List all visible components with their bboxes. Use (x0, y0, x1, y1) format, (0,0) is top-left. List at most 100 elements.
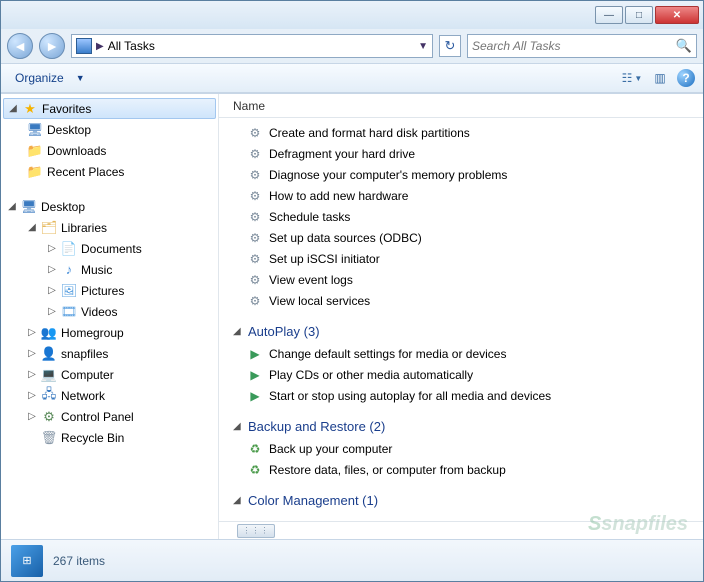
collapse-icon[interactable]: ◢ (233, 421, 243, 432)
scroll-thumb[interactable]: ⋮⋮⋮ (237, 524, 275, 538)
breadcrumb[interactable]: ▶ All Tasks ▼ (71, 34, 433, 58)
controlpanel-icon: ⚙ (41, 409, 57, 425)
sidebar-item-controlpanel[interactable]: ▷⚙Control Panel (1, 406, 218, 427)
search-box[interactable]: 🔍 (467, 34, 697, 58)
collapse-icon[interactable]: ◢ (7, 201, 17, 212)
task-icon: ⚙ (247, 209, 263, 225)
search-icon: 🔍 (676, 38, 692, 54)
task-icon: ▶ (247, 367, 263, 383)
task-item[interactable]: ▶Change default settings for media or de… (229, 343, 703, 364)
sidebar-item-network[interactable]: ▷🖧Network (1, 385, 218, 406)
task-item[interactable]: ⚙ Set up data sources (ODBC) (229, 227, 703, 248)
toolbar: Organize ▼ ☷▼ ▥ ? (1, 63, 703, 93)
task-icon: ⚙ (247, 125, 263, 141)
group-name: AutoPlay (3) (248, 324, 320, 339)
task-item[interactable]: ♻Back up your computer (229, 438, 703, 459)
recyclebin-icon: 🗑 (41, 430, 57, 446)
sidebar-item-downloads[interactable]: 📁Downloads (1, 140, 218, 161)
star-icon: ★ (22, 101, 38, 117)
expand-icon[interactable]: ▷ (47, 285, 57, 296)
sidebar-libraries[interactable]: ◢ 🗂 Libraries (1, 217, 218, 238)
sidebar-item-desktop-fav[interactable]: 🖥Desktop (1, 119, 218, 140)
sidebar-desktop[interactable]: ◢ 🖥 Desktop (1, 196, 218, 217)
pictures-icon: 🖼 (61, 283, 77, 299)
horizontal-scrollbar[interactable]: ⋮⋮⋮ (219, 521, 703, 539)
sidebar-item-homegroup[interactable]: ▷👥Homegroup (1, 322, 218, 343)
expand-icon[interactable]: ▷ (47, 264, 57, 275)
group-header[interactable]: ◢Color Management (1) (229, 488, 703, 512)
task-label: View event logs (269, 273, 353, 287)
sidebar-item-snapfiles[interactable]: ▷👤snapfiles (1, 343, 218, 364)
task-label: Set up data sources (ODBC) (269, 231, 422, 245)
task-label: How to add new hardware (269, 189, 408, 203)
task-label: Defragment your hard drive (269, 147, 415, 161)
task-item[interactable]: ⚙ How to add new hardware (229, 185, 703, 206)
refresh-button[interactable]: ↻ (439, 35, 461, 57)
sidebar-item-music[interactable]: ▷♪Music (1, 259, 218, 280)
minimize-button[interactable]: — (595, 6, 623, 24)
collapse-icon[interactable]: ◢ (27, 222, 37, 233)
sidebar-item-recent[interactable]: 📁Recent Places (1, 161, 218, 182)
expand-icon[interactable]: ▷ (27, 390, 37, 401)
location-icon (76, 38, 92, 54)
documents-icon: 📄 (61, 241, 77, 257)
task-icon: ⚙ (247, 188, 263, 204)
task-item[interactable]: ⚙ Defragment your hard drive (229, 143, 703, 164)
item-count: 267 items (53, 554, 105, 568)
folder-icon: 📁 (27, 164, 43, 180)
collapse-icon[interactable]: ◢ (233, 495, 243, 506)
view-button[interactable]: ☷▼ (621, 68, 643, 88)
sidebar-item-pictures[interactable]: ▷🖼Pictures (1, 280, 218, 301)
group-header[interactable]: ◢ AutoPlay (3) (229, 319, 703, 343)
task-label: Start or stop using autoplay for all med… (269, 389, 551, 403)
expand-icon[interactable]: ▷ (27, 411, 37, 422)
task-label: Restore data, files, or computer from ba… (269, 463, 506, 477)
task-icon: ⚙ (247, 251, 263, 267)
breadcrumb-path: All Tasks (108, 39, 414, 53)
alltasks-icon: ⊞ (11, 545, 43, 577)
task-icon: ♻ (247, 441, 263, 457)
chevron-down-icon[interactable]: ▼ (418, 41, 428, 52)
back-button[interactable]: ◄ (7, 33, 33, 59)
task-item[interactable]: ⚙Set up iSCSI initiator (229, 248, 703, 269)
collapse-icon[interactable]: ◢ (233, 326, 243, 337)
chevron-down-icon[interactable]: ▼ (76, 73, 85, 83)
sidebar-item-computer[interactable]: ▷💻Computer (1, 364, 218, 385)
sidebar-favorites[interactable]: ◢ ★ Favorites (3, 98, 216, 119)
task-item[interactable]: ⚙View local services (229, 290, 703, 311)
task-item[interactable]: ⚙Create and format hard disk partitions (229, 122, 703, 143)
task-item[interactable]: ▶Play CDs or other media automatically (229, 364, 703, 385)
task-item[interactable]: ⚙View event logs (229, 269, 703, 290)
sidebar-item-recyclebin[interactable]: 🗑Recycle Bin (1, 427, 218, 448)
group-header[interactable]: ◢Backup and Restore (2) (229, 414, 703, 438)
computer-icon: 💻 (41, 367, 57, 383)
close-button[interactable]: ✕ (655, 6, 699, 24)
task-item[interactable]: ♻Restore data, files, or computer from b… (229, 459, 703, 480)
expand-icon[interactable]: ▷ (47, 243, 57, 254)
preview-pane-button[interactable]: ▥ (649, 68, 671, 88)
expand-icon[interactable]: ▷ (47, 306, 57, 317)
task-icon: ⚙ (247, 146, 263, 162)
task-icon: ⚙ (247, 230, 263, 246)
task-item[interactable]: ⚙Schedule tasks (229, 206, 703, 227)
maximize-button[interactable]: □ (625, 6, 653, 24)
desktop-icon: 🖥 (27, 122, 43, 138)
task-item[interactable]: ▶Start or stop using autoplay for all me… (229, 385, 703, 406)
sidebar: ◢ ★ Favorites 🖥Desktop 📁Downloads 📁Recen… (1, 94, 219, 539)
folder-icon: 📁 (27, 143, 43, 159)
column-header-name[interactable]: Name (219, 94, 703, 118)
search-input[interactable] (472, 39, 672, 53)
help-button[interactable]: ? (677, 69, 695, 87)
chevron-right-icon[interactable]: ▶ (96, 41, 104, 52)
collapse-icon[interactable]: ◢ (8, 103, 18, 114)
sidebar-item-videos[interactable]: ▷🎞Videos (1, 301, 218, 322)
forward-button[interactable]: ► (39, 33, 65, 59)
organize-button[interactable]: Organize (9, 68, 70, 88)
expand-icon[interactable]: ▷ (27, 369, 37, 380)
expand-icon[interactable]: ▷ (27, 348, 37, 359)
task-item[interactable]: ⚙Diagnose your computer's memory problem… (229, 164, 703, 185)
expand-icon[interactable]: ▷ (27, 327, 37, 338)
task-label: View local services (269, 294, 370, 308)
sidebar-item-documents[interactable]: ▷📄Documents (1, 238, 218, 259)
main-list: Name ⚙Create and format hard disk partit… (219, 94, 703, 539)
